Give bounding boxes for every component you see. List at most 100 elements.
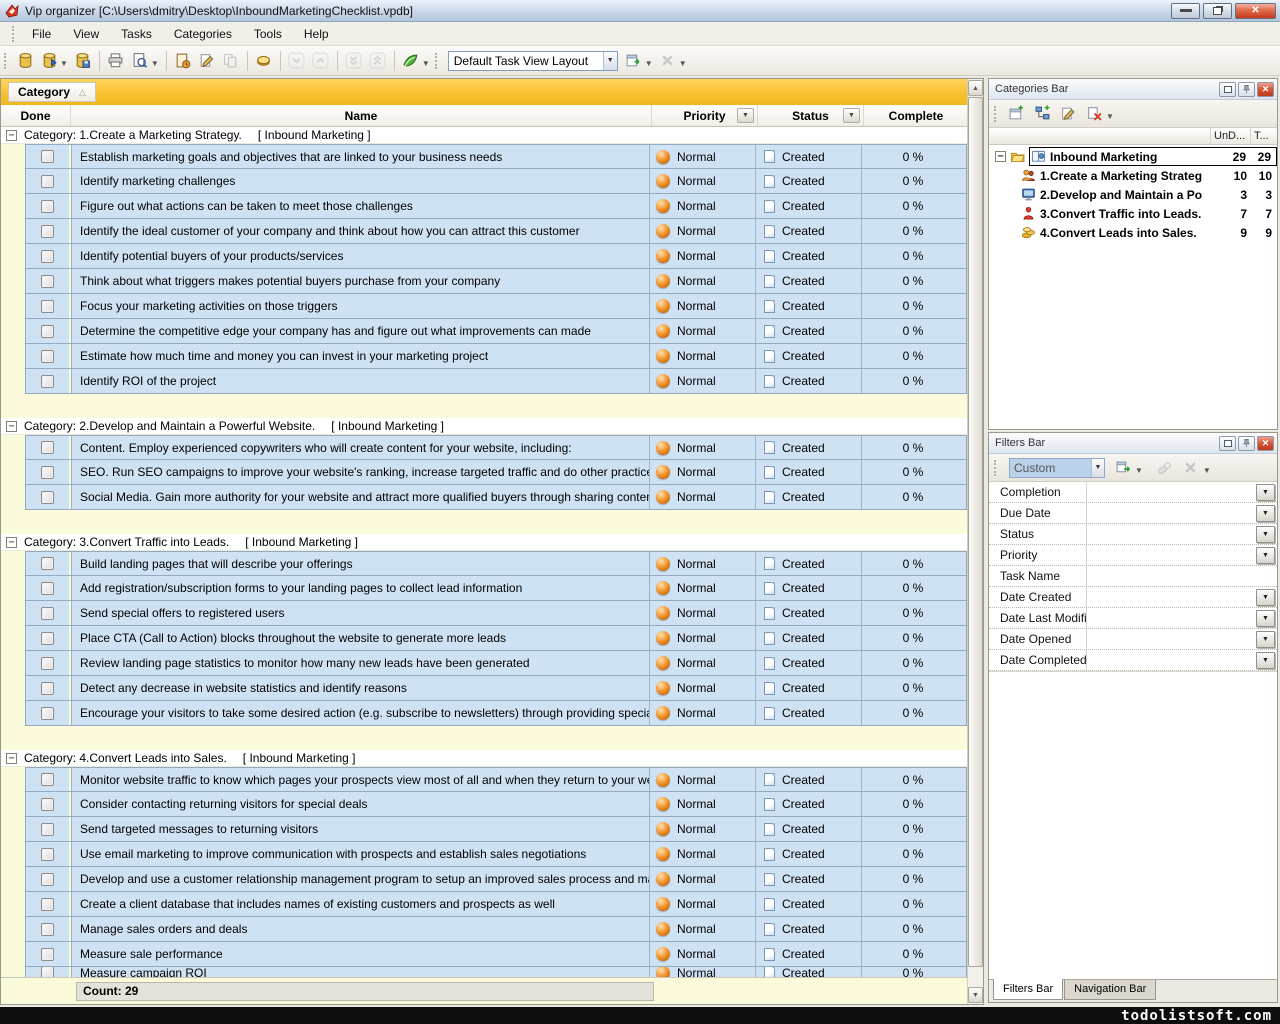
menu-view[interactable]: View [62,23,110,45]
group-by-category-button[interactable]: Category △ [8,82,96,102]
panel-close-icon[interactable]: ✕ [1257,82,1274,97]
task-row[interactable]: Measure campaign ROINormalCreated0 % [25,967,967,977]
task-row[interactable]: Manage sales orders and dealsNormalCreat… [25,917,967,942]
collapse-icon[interactable]: − [6,753,17,764]
task-name[interactable]: Measure sale performance [71,942,649,966]
edit-task-icon[interactable] [195,49,219,73]
collapse-icon[interactable]: − [6,537,17,548]
done-checkbox[interactable] [41,150,54,163]
complete-cell[interactable]: 0 % [861,651,964,675]
apply-filter-dropdown[interactable]: ▼ [1135,466,1143,475]
task-row[interactable]: Identify marketing challengesNormalCreat… [25,169,967,194]
tree-item-body[interactable]: 4.Convert Leads into Sales.99 [1020,223,1277,242]
menu-categories[interactable]: Categories [163,23,243,45]
collapse-icon[interactable]: − [995,151,1006,162]
priority-cell[interactable]: Normal [649,967,755,977]
priority-cell[interactable]: Normal [649,917,755,941]
priority-cell[interactable]: Normal [649,842,755,866]
filter-dropdown-icon[interactable]: ▼ [1256,526,1275,543]
priority-cell[interactable]: Normal [649,676,755,700]
panel-restore-icon[interactable] [1219,436,1236,451]
filter-preset-combobox[interactable]: Custom ▼ [1009,458,1105,478]
task-name[interactable]: Identify ROI of the project [71,369,649,393]
priority-cell[interactable]: Normal [649,817,755,841]
print-preview-icon[interactable] [128,49,152,73]
apply-filter-icon[interactable] [1110,456,1136,480]
task-row[interactable]: Identify potential buyers of your produc… [25,244,967,269]
panel-restore-icon[interactable] [1219,82,1236,97]
task-name[interactable]: Establish marketing goals and objectives… [71,145,649,168]
status-cell[interactable]: Created [755,269,861,293]
tree-item-body[interactable]: 2.Develop and Maintain a Po33 [1020,185,1277,204]
task-row[interactable]: Create a client database that includes n… [25,892,967,917]
scroll-down-icon[interactable]: ▼ [968,987,983,1003]
done-checkbox[interactable] [41,175,54,188]
delete-filter-icon[interactable] [1178,456,1204,480]
complete-cell[interactable]: 0 % [861,792,964,816]
column-header-priority[interactable]: Priority ▼ [652,105,758,126]
status-cell[interactable]: Created [755,601,861,625]
priority-cell[interactable]: Normal [649,792,755,816]
done-checkbox[interactable] [41,491,54,504]
complete-cell[interactable]: 0 % [861,917,964,941]
duplicate-task-icon[interactable] [219,49,243,73]
complete-cell[interactable]: 0 % [861,867,964,891]
new-database-icon[interactable] [13,49,37,73]
done-checkbox[interactable] [41,898,54,911]
complete-cell[interactable]: 0 % [861,552,964,575]
priority-cell[interactable]: Normal [649,651,755,675]
delete-layout-icon[interactable] [656,49,680,73]
restore-button[interactable] [1203,3,1232,19]
task-name[interactable]: Place CTA (Call to Action) blocks throug… [71,626,649,650]
complete-cell[interactable]: 0 % [861,768,964,791]
menu-tools[interactable]: Tools [243,23,293,45]
close-button[interactable]: ✕ [1235,3,1276,19]
complete-cell[interactable]: 0 % [861,485,964,509]
done-checkbox[interactable] [41,200,54,213]
website-link[interactable]: todolistsoft.com [1121,1008,1272,1024]
new-task-icon[interactable] [171,49,195,73]
task-row[interactable]: Focus your marketing activities on those… [25,294,967,319]
task-name[interactable]: Create a client database that includes n… [71,892,649,916]
chevron-down-icon[interactable]: ▼ [603,52,617,70]
status-cell[interactable]: Created [755,460,861,484]
task-name[interactable]: Encourage your visitors to take some des… [71,701,649,725]
task-name[interactable]: Monitor website traffic to know which pa… [71,768,649,791]
done-checkbox[interactable] [41,707,54,720]
done-checkbox[interactable] [41,798,54,811]
minimize-button[interactable] [1171,3,1200,19]
filter-dropdown-icon[interactable]: ▼ [1256,631,1275,648]
complete-cell[interactable]: 0 % [861,967,964,977]
panel-pin-icon[interactable] [1238,436,1255,451]
priority-cell[interactable]: Normal [649,369,755,393]
open-database-dropdown[interactable]: ▼ [60,59,68,68]
add-subcategory-icon[interactable] [1029,102,1055,126]
task-name[interactable]: Send targeted messages to returning visi… [71,817,649,841]
tree-header-total[interactable]: T... [1251,128,1277,144]
task-row[interactable]: Determine the competitive edge your comp… [25,319,967,344]
task-row[interactable]: Estimate how much time and money you can… [25,344,967,369]
task-name[interactable]: Identify marketing challenges [71,169,649,193]
status-cell[interactable]: Created [755,892,861,916]
category-tree-item[interactable]: −Inbound Marketing2929 [989,147,1277,166]
task-row[interactable]: Content. Employ experienced copywriters … [25,435,967,460]
complete-task-icon[interactable] [252,49,276,73]
status-cell[interactable]: Created [755,701,861,725]
priority-cell[interactable]: Normal [649,436,755,459]
task-name[interactable]: Consider contacting returning visitors f… [71,792,649,816]
done-checkbox[interactable] [41,657,54,670]
category-group-row[interactable]: −Category: 3.Convert Traffic into Leads.… [1,534,968,551]
priority-cell[interactable]: Normal [649,319,755,343]
scroll-up-icon[interactable]: ▲ [968,80,983,96]
priority-cell[interactable]: Normal [649,576,755,600]
priority-cell[interactable]: Normal [649,194,755,218]
status-cell[interactable]: Created [755,552,861,575]
status-cell[interactable]: Created [755,145,861,168]
complete-cell[interactable]: 0 % [861,369,964,393]
status-cell[interactable]: Created [755,244,861,268]
complete-cell[interactable]: 0 % [861,219,964,243]
complete-cell[interactable]: 0 % [861,676,964,700]
complete-cell[interactable]: 0 % [861,169,964,193]
task-name[interactable]: Send special offers to registered users [71,601,649,625]
toolbar-options-chevron[interactable]: ▼ [679,59,687,68]
